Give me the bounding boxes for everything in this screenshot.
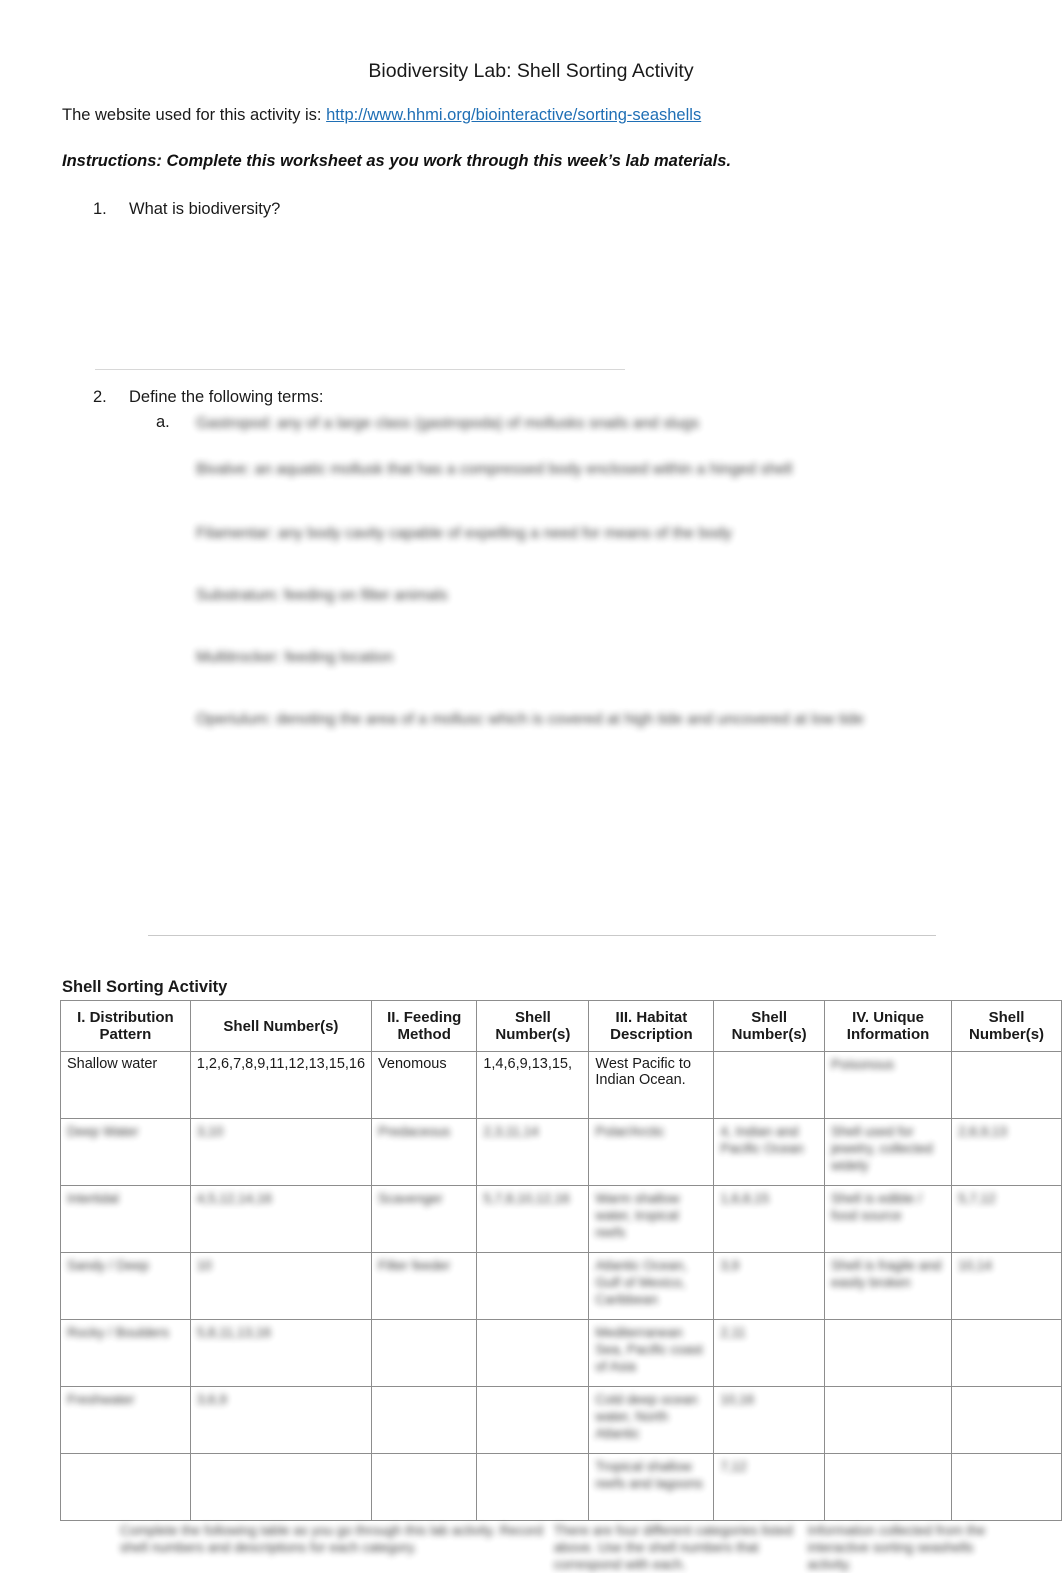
cell-distribution: Sandy / Deep: [60, 1252, 191, 1320]
cell-feeding: [371, 1453, 478, 1521]
cell-habitat: Mediterranean Sea, Pacific coast of Asia: [588, 1319, 715, 1387]
cell-shell-numbers-1: 4,5,12,14,16: [189, 1185, 373, 1253]
cell-habitat: Warm shallow water, tropical reefs: [588, 1185, 715, 1253]
cell-shell-numbers-3: 10,16: [713, 1386, 825, 1454]
definition-e: Multitrocker: feeding location: [196, 649, 394, 666]
definition-b: Bivalve: an aquatic mollusk that has a c…: [196, 461, 793, 478]
cell-unique: Shell is edible / food source: [823, 1185, 953, 1253]
table-row: Deep Water 3,10 Predaceous 2,3,11,14 Pol…: [60, 1118, 1062, 1186]
header-shell-numbers-4: Shell Number(s): [951, 1000, 1062, 1052]
shell-sorting-table: I. Distribution Pattern Shell Number(s) …: [60, 1000, 1062, 1521]
cell-shell-numbers-1: [189, 1453, 373, 1521]
table-row: Rocky / Boulders 5,8,11,13,16 Mediterran…: [60, 1319, 1062, 1387]
cell-shell-numbers-2: [476, 1386, 590, 1454]
cell-shell-numbers-2: 2,3,11,14: [476, 1118, 590, 1186]
cell-distribution: [60, 1453, 191, 1521]
question-1-number: 1.: [93, 200, 107, 218]
cell-shell-numbers-1: 10: [189, 1252, 373, 1320]
cell-unique: Poisonous: [823, 1051, 953, 1119]
cell-distribution: Intertidal: [60, 1185, 191, 1253]
cell-shell-numbers-3: 7,12: [713, 1453, 825, 1521]
cell-shell-numbers-2: [476, 1319, 590, 1387]
cell-shell-numbers-3: 1,6,8,15: [713, 1185, 825, 1253]
cell-shell-numbers-3: 3,9: [713, 1252, 825, 1320]
cell-habitat: West Pacific to Indian Ocean.: [588, 1051, 715, 1119]
header-unique-information: IV. Unique Information: [823, 1000, 953, 1052]
sub-item-a-marker: a.: [156, 413, 170, 431]
website-line: The website used for this activity is: h…: [62, 104, 701, 126]
header-feeding-method: II. Feeding Method: [371, 1000, 478, 1052]
cell-shell-numbers-3: 4, Indian and Pacific Ocean: [713, 1118, 825, 1186]
cell-shell-numbers-2: [476, 1453, 590, 1521]
header-shell-numbers-3: Shell Number(s): [713, 1000, 825, 1052]
question-2-number: 2.: [93, 388, 107, 406]
cell-distribution: Deep Water: [60, 1118, 191, 1186]
cell-unique: [823, 1453, 953, 1521]
question-2: 2. Define the following terms:: [93, 386, 323, 408]
section-divider: [148, 935, 936, 936]
section-title: Shell Sorting Activity: [62, 978, 228, 996]
document-page: Biodiversity Lab: Shell Sorting Activity…: [0, 0, 1062, 1572]
cell-shell-numbers-2: 1,4,6,9,13,15,: [476, 1051, 590, 1119]
cell-habitat: Tropical shallow reefs and lagoons: [588, 1453, 715, 1521]
cell-unique: [823, 1386, 953, 1454]
table-row: Sandy / Deep 10 Filter feeder Atlantic O…: [60, 1252, 1062, 1320]
cell-shell-numbers-3: [713, 1051, 825, 1119]
cell-feeding: Filter feeder: [371, 1252, 478, 1320]
cell-shell-numbers-4: 2,6,9,13: [951, 1118, 1062, 1186]
cell-feeding: Venomous: [371, 1051, 478, 1119]
table-row: Freshwater 3,6,9 Cold deep ocean water, …: [60, 1386, 1062, 1454]
cell-distribution: Rocky / Boulders: [60, 1319, 191, 1387]
cell-habitat: Polar/Arctic: [588, 1118, 715, 1186]
cell-unique: Shell used for jewelry, collected widely: [823, 1118, 953, 1186]
cell-shell-numbers-4: [951, 1386, 1062, 1454]
footer-note-left: Complete the following table as you go t…: [120, 1523, 543, 1555]
table-row: Intertidal 4,5,12,14,16 Scavenger 5,7,8,…: [60, 1185, 1062, 1253]
cell-shell-numbers-3: 2,11: [713, 1319, 825, 1387]
cell-habitat: Atlantic Ocean, Gulf of Mexico, Caribbea…: [588, 1252, 715, 1320]
header-shell-numbers-2: Shell Number(s): [476, 1000, 590, 1052]
footer-note-right: Information collected from the interacti…: [807, 1523, 986, 1572]
activity-url-link[interactable]: http://www.hhmi.org/biointeractive/sorti…: [326, 106, 701, 124]
cell-shell-numbers-2: [476, 1252, 590, 1320]
definition-f: Operiulum: denoting the area of a mollus…: [196, 711, 864, 728]
instructions-text: Instructions: Complete this worksheet as…: [62, 152, 732, 170]
cell-shell-numbers-1: 1,2,6,7,8,9,11,12,13,15,16: [189, 1051, 373, 1119]
definition-c: Filamentar: any body cavity capable of e…: [196, 525, 732, 542]
website-prefix-text: The website used for this activity is:: [62, 106, 327, 124]
cell-shell-numbers-4: [951, 1453, 1062, 1521]
cell-shell-numbers-4: 10,14: [951, 1252, 1062, 1320]
footer-note-middle: There are four different categories list…: [553, 1523, 793, 1572]
cell-shell-numbers-4: [951, 1051, 1062, 1119]
cell-shell-numbers-1: 3,10: [189, 1118, 373, 1186]
definition-a: Gastropod: any of a large class (gastrop…: [196, 415, 700, 432]
cell-unique: Shell is fragile and easily broken: [823, 1252, 953, 1320]
table-row: Shallow water 1,2,6,7,8,9,11,12,13,15,16…: [60, 1051, 1062, 1119]
definition-d: Substratum: feeding on filter animals: [196, 587, 448, 604]
cell-shell-numbers-4: [951, 1319, 1062, 1387]
header-shell-numbers-1: Shell Number(s): [189, 1000, 373, 1052]
cell-feeding: Scavenger: [371, 1185, 478, 1253]
table-header-row: I. Distribution Pattern Shell Number(s) …: [60, 1000, 1062, 1052]
cell-feeding: [371, 1386, 478, 1454]
header-distribution-pattern: I. Distribution Pattern: [60, 1000, 191, 1052]
cell-habitat: Cold deep ocean water, North Atlantic: [588, 1386, 715, 1454]
cell-feeding: Predaceous: [371, 1118, 478, 1186]
cell-shell-numbers-4: 5,7,12: [951, 1185, 1062, 1253]
answer-rule-1: [95, 369, 625, 370]
cell-unique: [823, 1319, 953, 1387]
page-title: Biodiversity Lab: Shell Sorting Activity: [368, 60, 694, 82]
cell-shell-numbers-1: 3,6,9: [189, 1386, 373, 1454]
footer-note: Complete the following table as you go t…: [120, 1522, 1020, 1573]
cell-shell-numbers-2: 5,7,8,10,12,16: [476, 1185, 590, 1253]
question-1: 1. What is biodiversity?: [93, 198, 280, 220]
cell-distribution: Freshwater: [60, 1386, 191, 1454]
cell-feeding: [371, 1319, 478, 1387]
question-2-text: Define the following terms:: [129, 388, 324, 406]
cell-distribution: Shallow water: [60, 1051, 191, 1119]
question-1-text: What is biodiversity?: [129, 200, 281, 218]
cell-shell-numbers-1: 5,8,11,13,16: [189, 1319, 373, 1387]
table-row: Tropical shallow reefs and lagoons 7,12: [60, 1453, 1062, 1521]
header-habitat-description: III. Habitat Description: [588, 1000, 715, 1052]
